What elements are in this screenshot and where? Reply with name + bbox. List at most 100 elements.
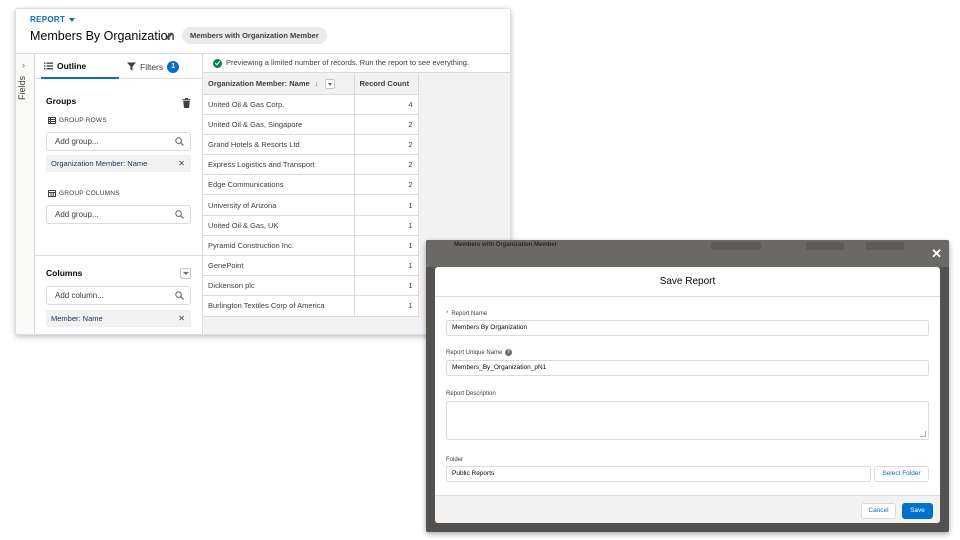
record-count-cell: 1 [354,255,419,277]
unique-name-label-text: Report Unique Name [446,349,503,356]
pencil-icon[interactable] [163,30,175,42]
unique-name-label: Report Unique Name i [446,349,513,356]
fields-rail-label: Fields [17,76,27,101]
chevron-right-icon[interactable]: › [22,60,25,70]
report-header: REPORT Members By Organization Members w… [16,9,510,54]
org-name-cell: Pyramid Construction Inc. [203,235,355,257]
column-menu-button[interactable] [324,78,335,89]
group-columns-label: GROUP COLUMNS [48,190,120,197]
column-chip[interactable]: Member: Name ✕ [46,310,191,327]
group-rows-label: GROUP ROWS [48,117,107,124]
dimmed-background: Members with Organization Member [426,240,949,267]
report-type-menu[interactable]: REPORT [30,15,76,24]
table-row: Grand Hotels & Resorts Ltd 2 [203,134,419,156]
remove-icon[interactable]: ✕ [178,156,185,172]
groups-heading: Groups [46,96,77,106]
record-count-cell: 1 [354,295,419,317]
chevron-down-icon [69,17,76,22]
success-icon [213,58,222,68]
table-row: GenePoint 1 [203,255,419,277]
page-title: Members By Organization [30,29,175,43]
fields-rail[interactable]: › Fields [16,54,35,334]
table-row: Pyramid Construction Inc. 1 [203,235,419,257]
close-icon[interactable]: ✕ [931,247,942,260]
org-name-cell: Dickenson plc [203,275,355,297]
record-count-cell: 4 [354,94,419,115]
tab-outline[interactable]: Outline [41,54,119,79]
column-header-org-name[interactable]: Organization Member: Name ↓ [203,74,355,95]
info-icon[interactable]: i [505,349,513,356]
dimmed-button [806,242,844,250]
report-name-field[interactable]: Members By Organization [446,320,929,336]
add-column-input[interactable]: Add column... [46,286,191,305]
cancel-button[interactable]: Cancel [861,503,896,519]
preview-banner-text: Previewing a limited number of records. … [226,58,470,67]
record-count-cell: 1 [354,235,419,257]
table-row: Dickenson plc 1 [203,275,419,297]
org-name-cell: Grand Hotels & Resorts Ltd [203,134,355,156]
table-row: Express Logistics and Transport 2 [203,154,419,176]
remove-icon[interactable]: ✕ [178,311,185,327]
table-row: United Oil & Gas, UK 1 [203,215,419,236]
tab-outline-label: Outline [57,60,87,71]
org-name-cell: United Oil & Gas, UK [203,215,355,236]
org-name-cell: GenePoint [203,255,355,277]
record-count-cell: 1 [354,215,419,236]
add-group-columns-placeholder: Add group... [55,210,99,219]
record-count-cell: 1 [354,194,419,216]
description-label: Report Description [446,391,496,397]
table-body: United Oil & Gas Corp. 4 United Oil & Gas,… [203,94,419,317]
section-divider [35,255,202,256]
add-group-columns-input[interactable]: Add group... [46,205,191,224]
org-name-cell: Edge Communications [203,174,355,196]
search-icon [175,291,184,300]
table-row: Burlington Textiles Corp of America 1 [203,295,419,317]
table-row: United Oil & Gas, Singapore 2 [203,114,419,135]
columns-menu-button[interactable] [180,268,191,279]
group-columns-text: GROUP COLUMNS [59,190,120,197]
record-count-cell: 2 [354,174,419,196]
columns-heading: Columns [46,268,83,278]
folder-label-text: Folder [446,457,464,463]
report-type-pill: Members with Organization Member [182,27,327,44]
record-count-cell: 2 [354,114,419,135]
trash-icon[interactable] [182,98,191,108]
save-button[interactable]: Save [902,503,933,519]
table-row: United Oil & Gas Corp. 4 [203,94,419,115]
search-icon [175,210,184,219]
preview-banner: Previewing a limited number of records. … [203,54,510,73]
panel-tabs: Outline Filters 1 [35,54,202,79]
table-row: University of Arizona 1 [203,194,419,216]
report-table: Organization Member: Name ↓ Record Count… [203,74,419,317]
list-icon [44,62,53,69]
record-count-cell: 2 [354,154,419,176]
search-icon [175,137,184,146]
modal-footer: Cancel Save [435,495,940,523]
group-columns-icon [48,190,56,197]
table-row: Edge Communications 2 [203,174,419,196]
org-name-cell: United Oil & Gas, Singapore [203,114,355,135]
select-folder-button[interactable]: Select Folder [874,466,929,482]
description-label-text: Report Description [446,391,496,397]
dimmed-report-type: Members with Organization Member [454,242,558,248]
sort-descending-icon: ↓ [314,78,319,88]
dimmed-button [711,242,761,250]
save-report-modal: Save Report * Report Name Members By Org… [435,267,940,523]
column-chip-label: Member: Name [51,314,103,323]
add-group-rows-placeholder: Add group... [55,137,99,146]
column-header-record-count[interactable]: Record Count [354,74,419,95]
column-header-org-name-label: Organization Member: Name [208,78,310,88]
org-name-cell: Burlington Textiles Corp of America [203,295,355,317]
description-field[interactable] [446,401,929,440]
folder-field[interactable]: Public Reports [446,466,871,482]
add-group-rows-input[interactable]: Add group... [46,132,191,151]
org-name-cell: Express Logistics and Transport [203,154,355,176]
group-rows-text: GROUP ROWS [59,117,107,124]
tab-filters[interactable]: Filters 1 [127,54,180,79]
org-name-cell: University of Arizona [203,194,355,216]
group-rows-icon [48,117,56,124]
group-row-chip[interactable]: Organization Member: Name ✕ [46,155,191,172]
tab-filters-label: Filters [140,61,164,72]
record-count-cell: 2 [354,134,419,156]
unique-name-field[interactable]: Members_By_Organization_pN1 [446,360,929,376]
